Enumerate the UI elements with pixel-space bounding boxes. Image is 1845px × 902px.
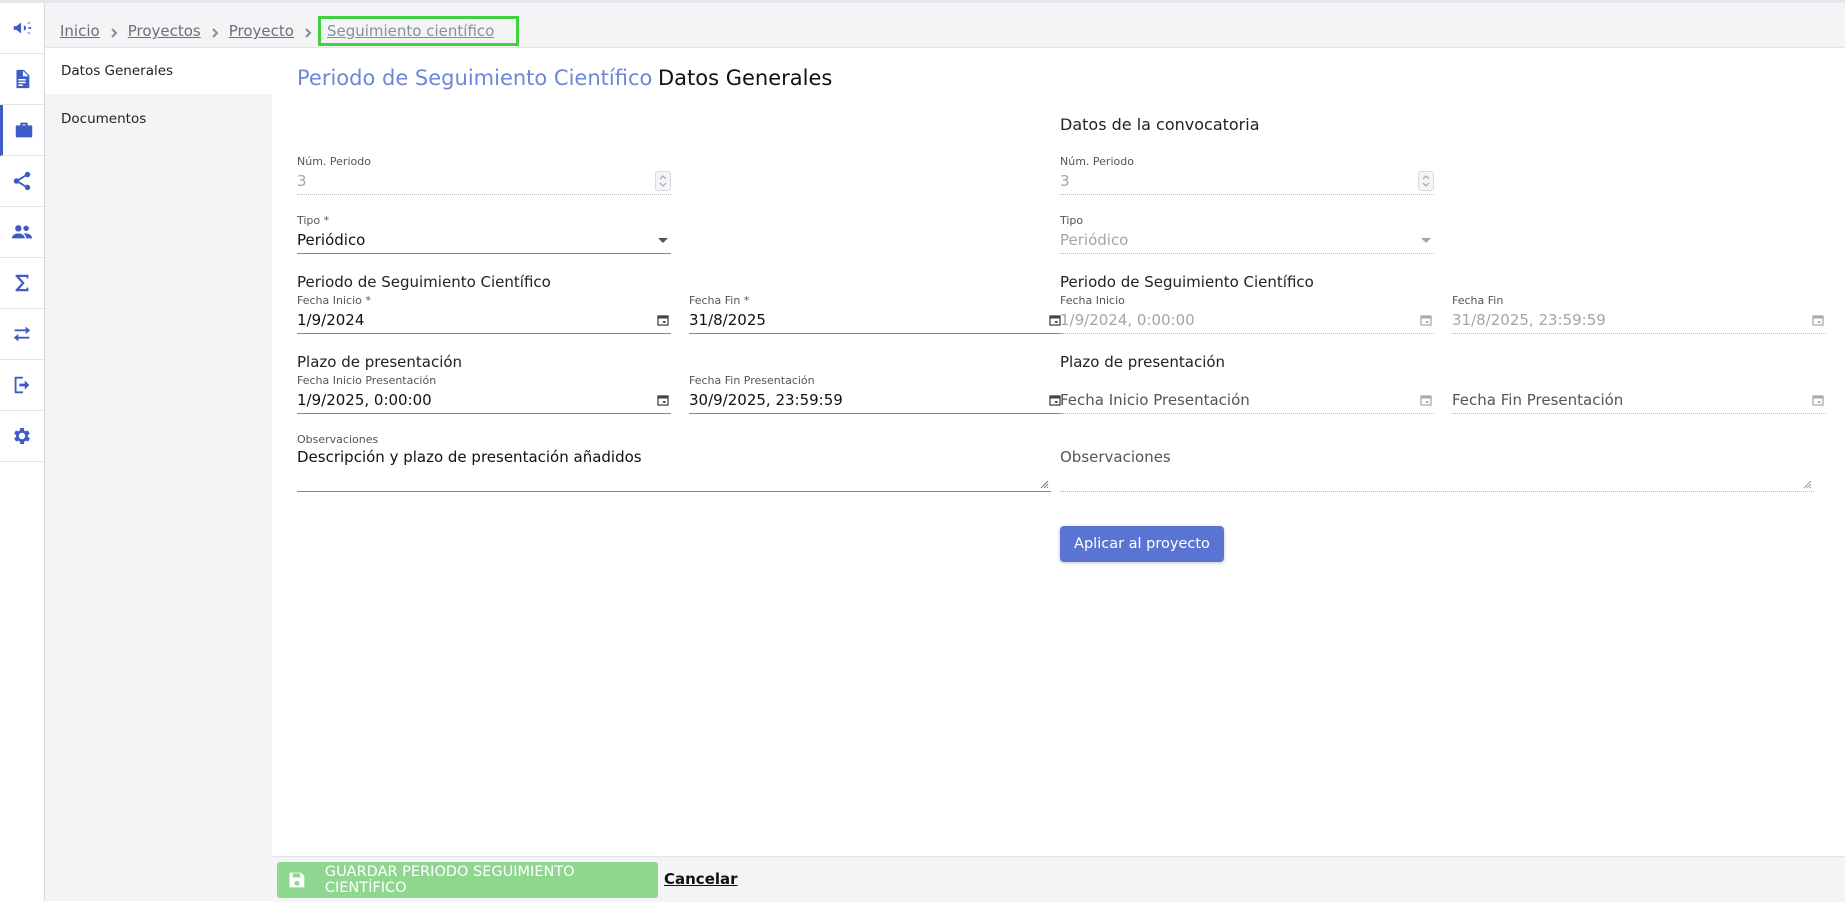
conv-fecha-inicio-pres-field: Fecha Inicio Presentación bbox=[1060, 386, 1434, 414]
sidenav-item-documentos[interactable]: Documentos bbox=[45, 96, 272, 142]
calendar-icon bbox=[1810, 312, 1826, 328]
fecha-inicio-pres-field[interactable]: 1/9/2025, 0:00:00 bbox=[297, 386, 671, 414]
chevron-right-icon bbox=[209, 25, 221, 38]
conv-fecha-inicio-field: 1/9/2024, 0:00:00 bbox=[1060, 306, 1434, 334]
footer-bar: GUARDAR PERIODO SEGUIMIENTO CIENTÍFICO C… bbox=[272, 856, 1845, 902]
observaciones-label: Observaciones bbox=[297, 433, 379, 446]
conv-fecha-inicio-value: 1/9/2024, 0:00:00 bbox=[1060, 310, 1195, 329]
cancel-link[interactable]: Cancelar bbox=[664, 870, 738, 888]
breadcrumb-inicio[interactable]: Inicio bbox=[60, 22, 100, 40]
fecha-fin-value: 31/8/2025 bbox=[689, 310, 766, 329]
observaciones-textarea[interactable]: Descripción y plazo de presentación añad… bbox=[297, 446, 1051, 492]
stepper-icon bbox=[1418, 170, 1434, 191]
observaciones-value: Descripción y plazo de presentación añad… bbox=[297, 448, 642, 466]
fecha-fin-field[interactable]: 31/8/2025 bbox=[689, 306, 1063, 334]
breadcrumb-proyectos[interactable]: Proyectos bbox=[128, 22, 201, 40]
icon-rail bbox=[0, 3, 45, 901]
transfer-icon[interactable] bbox=[0, 309, 44, 360]
logout-icon[interactable] bbox=[0, 360, 44, 411]
conv-tipo-select: Periódico bbox=[1060, 226, 1434, 254]
dropdown-arrow-icon bbox=[655, 232, 671, 248]
calendar-icon bbox=[1418, 392, 1434, 408]
num-periodo-field: 3 bbox=[297, 167, 671, 195]
sidenav-item-datos-generales[interactable]: Datos Generales bbox=[45, 48, 272, 94]
resize-handle-icon[interactable] bbox=[1040, 480, 1049, 489]
conv-fecha-fin-field: 31/8/2025, 23:59:59 bbox=[1452, 306, 1826, 334]
conv-fecha-inicio-pres-placeholder: Fecha Inicio Presentación bbox=[1060, 390, 1250, 409]
plazo-heading: Plazo de presentación bbox=[297, 353, 463, 371]
apply-to-project-button[interactable]: Aplicar al proyecto bbox=[1060, 526, 1224, 562]
page-title: Periodo de Seguimiento Científico bbox=[297, 66, 653, 90]
breadcrumb-proyecto[interactable]: Proyecto bbox=[229, 22, 294, 40]
page-subtitle: Datos Generales bbox=[658, 66, 833, 90]
briefcase-icon[interactable] bbox=[0, 105, 44, 156]
tipo-select[interactable]: Periódico bbox=[297, 226, 671, 254]
main-content: Periodo de Seguimiento Científico Datos … bbox=[272, 48, 1845, 856]
save-icon bbox=[289, 872, 305, 888]
breadcrumb: Inicio Proyectos Proyecto Seguimiento ci… bbox=[60, 16, 520, 46]
convocatoria-heading: Datos de la convocatoria bbox=[1060, 115, 1260, 134]
megaphone-icon[interactable] bbox=[0, 3, 44, 54]
fecha-fin-pres-field[interactable]: 30/9/2025, 23:59:59 bbox=[689, 386, 1063, 414]
people-icon[interactable] bbox=[0, 207, 44, 258]
side-nav: Datos Generales Documentos bbox=[45, 48, 272, 901]
tipo-value: Periódico bbox=[297, 230, 366, 249]
breadcrumb-bar: Inicio Proyectos Proyecto Seguimiento ci… bbox=[45, 3, 1845, 48]
conv-observaciones-textarea: Observaciones bbox=[1060, 446, 1814, 492]
conv-fecha-fin-value: 31/8/2025, 23:59:59 bbox=[1452, 310, 1606, 329]
save-button-label: GUARDAR PERIODO SEGUIMIENTO CIENTÍFICO bbox=[324, 864, 575, 896]
calendar-icon bbox=[1418, 312, 1434, 328]
conv-fecha-fin-pres-field: Fecha Fin Presentación bbox=[1452, 386, 1826, 414]
periodo-heading: Periodo de Seguimiento Científico bbox=[297, 273, 551, 291]
sigma-icon[interactable] bbox=[0, 258, 44, 309]
conv-plazo-heading: Plazo de presentación bbox=[1060, 353, 1226, 371]
chevron-right-icon bbox=[108, 25, 120, 38]
fecha-fin-pres-value: 30/9/2025, 23:59:59 bbox=[689, 390, 843, 409]
share-icon[interactable] bbox=[0, 156, 44, 207]
fecha-inicio-value: 1/9/2024 bbox=[297, 310, 365, 329]
conv-observaciones-placeholder: Observaciones bbox=[1060, 448, 1171, 466]
chevron-right-icon bbox=[302, 25, 314, 38]
fecha-inicio-pres-value: 1/9/2025, 0:00:00 bbox=[297, 390, 432, 409]
calendar-icon[interactable] bbox=[655, 392, 671, 408]
fecha-inicio-field[interactable]: 1/9/2024 bbox=[297, 306, 671, 334]
num-periodo-value: 3 bbox=[297, 171, 307, 190]
gear-icon[interactable] bbox=[0, 411, 44, 462]
dropdown-arrow-icon bbox=[1418, 232, 1434, 248]
calendar-icon bbox=[1810, 392, 1826, 408]
resize-handle-icon bbox=[1803, 480, 1812, 489]
conv-fecha-fin-pres-placeholder: Fecha Fin Presentación bbox=[1452, 390, 1624, 409]
conv-tipo-value: Periódico bbox=[1060, 230, 1129, 249]
stepper-icon bbox=[655, 170, 671, 191]
conv-periodo-heading: Periodo de Seguimiento Científico bbox=[1060, 273, 1314, 291]
document-icon[interactable] bbox=[0, 54, 44, 105]
calendar-icon[interactable] bbox=[655, 312, 671, 328]
save-button[interactable]: GUARDAR PERIODO SEGUIMIENTO CIENTÍFICO bbox=[277, 862, 658, 898]
conv-num-periodo-value: 3 bbox=[1060, 171, 1070, 190]
breadcrumb-current[interactable]: Seguimiento científico bbox=[317, 16, 520, 46]
conv-num-periodo-field: 3 bbox=[1060, 167, 1434, 195]
